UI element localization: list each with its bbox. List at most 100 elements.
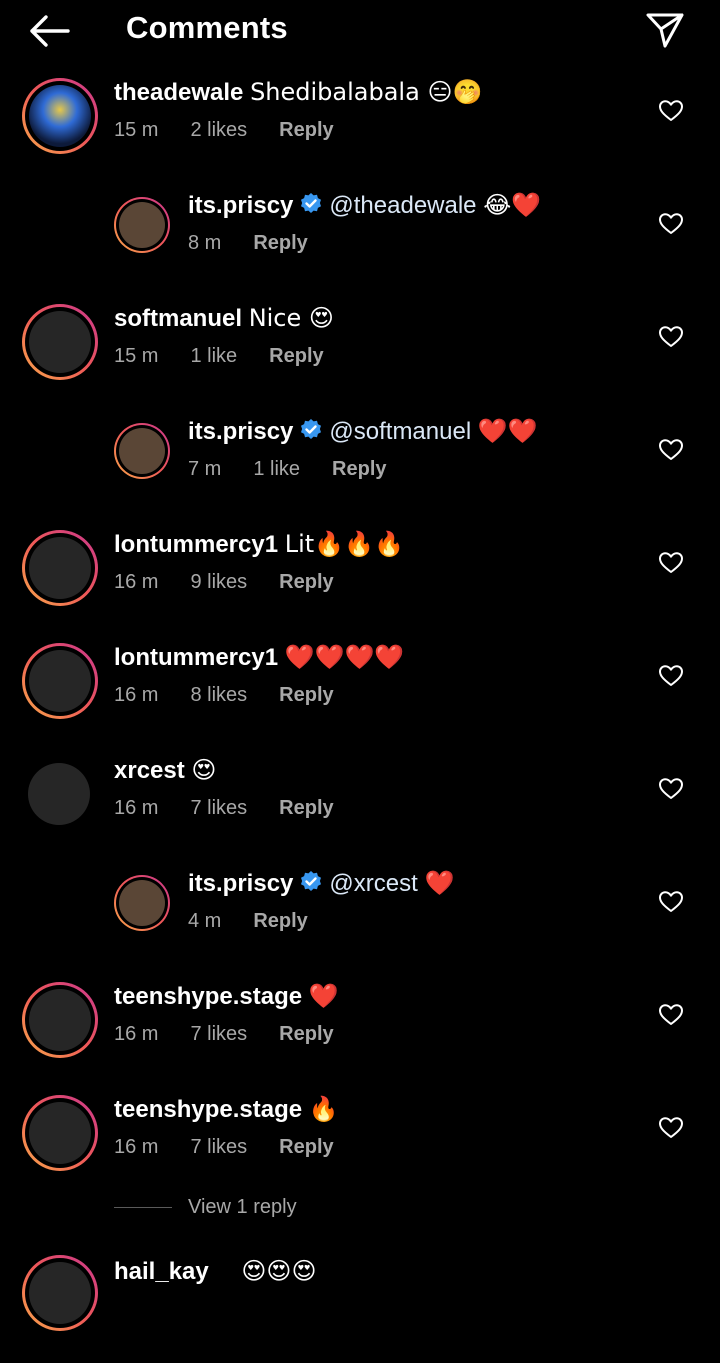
reply-button[interactable]: Reply: [253, 910, 307, 932]
comment-likes[interactable]: 9 likes: [190, 571, 247, 593]
comment-row: teenshype.stage 🔥 16 m 7 likes Reply: [0, 1091, 720, 1204]
avatar[interactable]: [22, 1255, 98, 1331]
comment-body: ❤️: [424, 869, 455, 897]
comment-text: xrcest 😍: [114, 756, 216, 785]
comment-mention[interactable]: @xrcest: [329, 870, 417, 897]
comment-body: 🔥: [308, 1095, 339, 1123]
comment-mention[interactable]: @theadewale: [329, 192, 476, 219]
comment-meta: 16 m 7 likes Reply: [114, 797, 366, 820]
comment-time: 16 m: [114, 684, 159, 706]
reply-row: its.priscy @theadewale 😂❤️ 8 m Reply: [0, 187, 720, 300]
reply-button[interactable]: Reply: [279, 571, 333, 593]
comment-time: 4 m: [188, 910, 222, 932]
like-heart-icon[interactable]: [658, 776, 684, 802]
like-heart-icon[interactable]: [658, 211, 684, 237]
top-bar: Comments: [0, 0, 720, 62]
comment-likes[interactable]: 7 likes: [190, 1023, 247, 1045]
comment-time: 16 m: [114, 1023, 159, 1045]
comment-time: 8 m: [188, 232, 222, 254]
like-heart-icon[interactable]: [658, 550, 684, 576]
comment-text: its.priscy @xrcest ❤️: [188, 869, 454, 898]
comment-likes[interactable]: 7 likes: [190, 1136, 247, 1158]
comment-row: lontummercy1 ❤️❤️❤️❤️ 16 m 8 likes Reply: [0, 639, 720, 752]
avatar[interactable]: [114, 423, 170, 479]
comment-body: ❤️❤️: [477, 417, 538, 445]
comment-meta: 7 m 1 like Reply: [188, 458, 419, 481]
back-button[interactable]: [22, 8, 76, 54]
comment-text: its.priscy @theadewale 😂❤️: [188, 191, 541, 220]
reply-button[interactable]: Reply: [279, 797, 333, 819]
avatar[interactable]: [114, 197, 170, 253]
reply-button[interactable]: Reply: [332, 458, 386, 480]
verified-badge-icon: [301, 871, 322, 891]
reply-button[interactable]: Reply: [279, 119, 333, 141]
comment-text: teenshype.stage ❤️: [114, 982, 339, 1011]
like-heart-icon[interactable]: [658, 1115, 684, 1141]
comment-meta: 16 m 9 likes Reply: [114, 571, 366, 594]
comment-time: 16 m: [114, 1136, 159, 1158]
comment-username[interactable]: xrcest: [114, 757, 185, 784]
comment-time: 16 m: [114, 571, 159, 593]
reply-button[interactable]: Reply: [269, 345, 323, 367]
reply-button[interactable]: Reply: [279, 1023, 333, 1045]
comment-likes[interactable]: 8 likes: [190, 684, 247, 706]
verified-badge-icon: [301, 419, 322, 439]
comment-username[interactable]: theadewale: [114, 79, 243, 106]
like-heart-icon[interactable]: [658, 324, 684, 350]
comment-username[interactable]: lontummercy1: [114, 644, 278, 671]
avatar[interactable]: [22, 643, 98, 719]
avatar[interactable]: [22, 304, 98, 380]
comment-row: xrcest 😍 16 m 7 likes Reply: [0, 752, 720, 865]
avatar[interactable]: [28, 763, 90, 825]
comment-username[interactable]: its.priscy: [188, 418, 293, 445]
reply-button[interactable]: Reply: [279, 684, 333, 706]
comment-body: ❤️❤️❤️❤️: [284, 643, 405, 671]
comment-meta: 16 m 7 likes Reply: [114, 1136, 366, 1159]
comment-likes[interactable]: 7 likes: [190, 797, 247, 819]
comment-text: theadewale Shedibalabala 😑🤭: [114, 78, 482, 107]
reply-button[interactable]: Reply: [253, 232, 307, 254]
comment-username[interactable]: teenshype.stage: [114, 1096, 302, 1123]
comment-likes[interactable]: 1 like: [190, 345, 237, 367]
comment-body: Lit🔥🔥🔥: [284, 530, 404, 558]
comment-body: ❤️: [308, 982, 339, 1010]
like-heart-icon[interactable]: [658, 889, 684, 915]
comment-text: softmanuel Nice 😍: [114, 304, 334, 333]
avatar[interactable]: [22, 530, 98, 606]
verified-badge-icon: [301, 193, 322, 213]
comment-username[interactable]: softmanuel: [114, 305, 242, 332]
comment-username[interactable]: teenshype.stage: [114, 983, 302, 1010]
avatar[interactable]: [114, 875, 170, 931]
like-heart-icon[interactable]: [658, 98, 684, 124]
divider-line: [114, 1207, 172, 1209]
comment-text: lontummercy1 ❤️❤️❤️❤️: [114, 643, 404, 672]
avatar[interactable]: [22, 1095, 98, 1171]
comment-row: theadewale Shedibalabala 😑🤭 15 m 2 likes R…: [0, 74, 720, 187]
back-arrow-icon: [30, 15, 70, 47]
view-replies-link[interactable]: View 1 reply: [114, 1196, 297, 1219]
comment-text: teenshype.stage 🔥: [114, 1095, 339, 1124]
comment-username[interactable]: its.priscy: [188, 870, 293, 897]
reply-button[interactable]: Reply: [279, 1136, 333, 1158]
comment-time: 16 m: [114, 797, 159, 819]
like-heart-icon[interactable]: [658, 663, 684, 689]
comment-username[interactable]: its.priscy: [188, 192, 293, 219]
avatar[interactable]: [22, 982, 98, 1058]
comment-likes[interactable]: 1 like: [253, 458, 300, 480]
comment-time: 15 m: [114, 119, 159, 141]
like-heart-icon[interactable]: [658, 437, 684, 463]
comment-likes[interactable]: 2 likes: [190, 119, 247, 141]
comment-mention[interactable]: @softmanuel: [329, 418, 471, 445]
comment-body: Shedibalabala 😑🤭: [250, 78, 483, 106]
comment-row: softmanuel Nice 😍 15 m 1 like Reply: [0, 300, 720, 413]
comment-row: lontummercy1 Lit🔥🔥🔥 16 m 9 likes Reply: [0, 526, 720, 639]
comment-row-partial: hail_kay 😍😍😍: [0, 1250, 720, 1363]
comment-username[interactable]: lontummercy1: [114, 531, 278, 558]
share-button[interactable]: [640, 6, 690, 52]
comment-meta: 15 m 2 likes Reply: [114, 119, 366, 142]
avatar[interactable]: [22, 78, 98, 154]
reply-row: its.priscy @xrcest ❤️ 4 m Reply: [0, 865, 720, 978]
comment-body: 😍: [191, 756, 217, 784]
like-heart-icon[interactable]: [658, 1002, 684, 1028]
comment-row: teenshype.stage ❤️ 16 m 7 likes Reply: [0, 978, 720, 1091]
